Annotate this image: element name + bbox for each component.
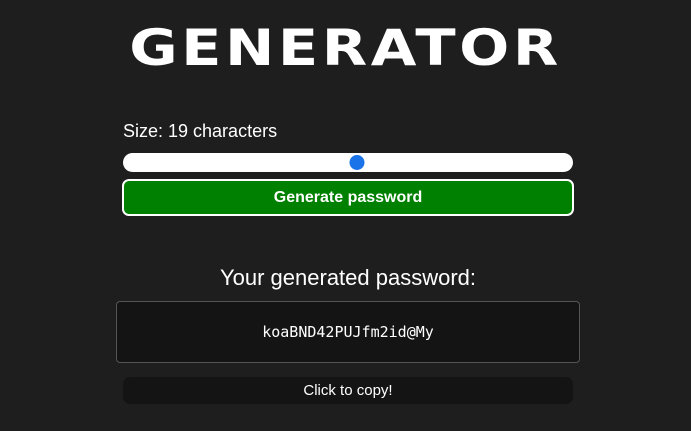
result-heading: Your generated password: (219, 265, 477, 290)
size-slider-thumb[interactable] (349, 155, 365, 170)
logo-title: GENERATOR (129, 19, 562, 77)
password-output[interactable]: koaBND42PUJfm2id@My (116, 301, 580, 363)
size-slider[interactable] (123, 153, 573, 172)
size-label: Size: 19 characters (123, 121, 278, 141)
copy-button[interactable]: Click to copy! (123, 377, 573, 404)
generator-page: GENERATOR Size: 19 characters Generate p… (0, 0, 691, 431)
generate-password-button[interactable]: Generate password (122, 179, 574, 216)
